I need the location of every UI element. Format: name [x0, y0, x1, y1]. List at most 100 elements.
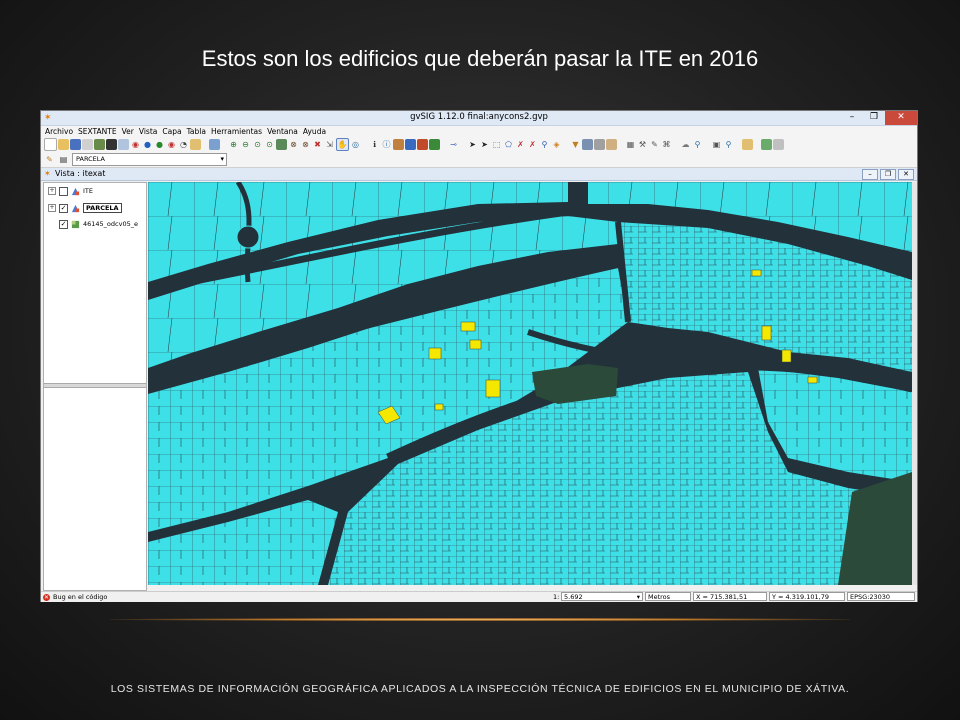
- note-icon[interactable]: [190, 138, 201, 150]
- zoom-in-icon[interactable]: ⊕: [228, 139, 239, 150]
- print-icon[interactable]: [82, 138, 93, 150]
- view-close-button[interactable]: ✕: [898, 169, 914, 180]
- graphics-icon[interactable]: ⊸: [448, 139, 459, 150]
- active-layer-value: PARCELA: [76, 154, 106, 163]
- map-canvas[interactable]: [148, 182, 912, 585]
- layer-visibility-checkbox[interactable]: ✓: [59, 219, 68, 229]
- layer-visibility-checkbox[interactable]: [59, 186, 68, 196]
- layer-visibility-checkbox[interactable]: ✓: [59, 203, 68, 213]
- stop-icon[interactable]: ◉: [130, 139, 141, 150]
- raster-zoom-icon[interactable]: ⚲: [723, 139, 734, 150]
- locator-icon[interactable]: [429, 138, 440, 150]
- statistics-icon[interactable]: [594, 138, 605, 150]
- menu-herramientas[interactable]: Herramientas: [211, 126, 262, 137]
- toc-splitter[interactable]: [44, 383, 146, 388]
- restore-button[interactable]: ❐: [863, 111, 885, 125]
- menu-capa[interactable]: Capa: [162, 126, 181, 137]
- layer-name: ITE: [83, 187, 93, 195]
- select-by-circle-icon[interactable]: ✗: [515, 139, 526, 150]
- edit-icon[interactable]: [742, 138, 753, 150]
- zoom-full-icon[interactable]: ⊙: [252, 139, 263, 150]
- identify-icon[interactable]: ⓘ: [381, 139, 392, 150]
- attribute-table-icon[interactable]: [582, 138, 593, 150]
- window-titlebar[interactable]: ✶ gvSIG 1.12.0 final:anycons2.gvp – ❐ ✕: [41, 111, 917, 126]
- view-controls: – ❐ ✕: [862, 169, 914, 180]
- edit-layer-icon[interactable]: ✎: [44, 154, 55, 165]
- expand-icon[interactable]: +: [48, 187, 56, 195]
- export-icon[interactable]: [761, 138, 772, 150]
- pan-icon[interactable]: ✋: [336, 137, 349, 151]
- scale-value: 5.692: [564, 593, 583, 601]
- open-folder-icon[interactable]: [58, 138, 69, 150]
- preferences-icon[interactable]: [773, 138, 784, 150]
- add-layer-icon[interactable]: [94, 138, 105, 150]
- view-restore-button[interactable]: ❐: [880, 169, 896, 180]
- zoom-next-icon[interactable]: ⊗: [300, 139, 311, 150]
- new-project-icon[interactable]: [44, 137, 57, 151]
- status-message: ✕ Bug en el código: [43, 592, 107, 602]
- select-by-point-icon[interactable]: ➤: [479, 139, 490, 150]
- toc-layer-parcela[interactable]: + ✓ PARCELA: [48, 202, 122, 214]
- cloud-icon[interactable]: ☁: [680, 139, 691, 150]
- slide-footer: LOS SISTEMAS DE INFORMACIÓN GEOGRÁFICA A…: [110, 683, 850, 695]
- select-by-layer-icon[interactable]: ◈: [551, 139, 562, 150]
- zoom-window-icon[interactable]: ✖: [312, 139, 323, 150]
- view-minimize-button[interactable]: –: [862, 169, 878, 180]
- help-icon[interactable]: ●: [142, 139, 153, 150]
- grid-icon[interactable]: ▦: [625, 139, 636, 150]
- hyperlink-icon[interactable]: [417, 138, 428, 150]
- script-icon[interactable]: ✎: [649, 139, 660, 150]
- epsg-field: EPSG:23030: [847, 592, 915, 601]
- map-vertical-scrollbar[interactable]: [912, 182, 917, 585]
- view-icon: ✶: [44, 169, 51, 178]
- zoom-out-icon[interactable]: ⊖: [240, 139, 251, 150]
- menu-ver[interactable]: Ver: [122, 126, 134, 137]
- measure-distance-icon[interactable]: [393, 138, 404, 150]
- view-window-title[interactable]: ✶ Vista : itexat – ❐ ✕: [41, 168, 917, 181]
- raster-icon[interactable]: ▣: [711, 139, 722, 150]
- close-button[interactable]: ✕: [885, 111, 917, 125]
- measure-area-icon[interactable]: [405, 138, 416, 150]
- filter-icon[interactable]: ▼: [570, 139, 581, 150]
- info-icon[interactable]: ℹ: [369, 139, 380, 150]
- geoprocess-icon[interactable]: ⚒: [637, 139, 648, 150]
- invert-selection-icon[interactable]: ⚲: [539, 139, 550, 150]
- table-icon[interactable]: [106, 138, 117, 150]
- zoom-select-icon[interactable]: [276, 138, 287, 150]
- scale-prefix: 1:: [553, 593, 560, 601]
- menu-vista[interactable]: Vista: [139, 126, 158, 137]
- active-layer-select[interactable]: PARCELA ▾: [72, 152, 227, 166]
- table-grid-icon[interactable]: ▤: [58, 154, 69, 165]
- select-by-rectangle-icon[interactable]: ⬚: [491, 139, 502, 150]
- save-icon[interactable]: [70, 138, 81, 150]
- toc-layer-raster[interactable]: ✓ 46145_odcv05_e: [48, 218, 138, 230]
- network-icon[interactable]: ⌘: [661, 139, 672, 150]
- menu-sextante[interactable]: SEXTANTE: [78, 126, 117, 137]
- center-icon[interactable]: ◎: [350, 139, 361, 150]
- scale-select[interactable]: 5.692 ▾: [561, 592, 643, 601]
- window-controls: – ❐ ✕: [841, 111, 917, 125]
- menu-archivo[interactable]: Archivo: [45, 126, 73, 137]
- globe-icon[interactable]: ●: [154, 139, 165, 150]
- minimize-button[interactable]: –: [841, 111, 863, 125]
- status-bar: ✕ Bug en el código 1: 5.692 ▾ Metros X =…: [41, 591, 917, 602]
- chevron-down-icon: ▾: [220, 154, 224, 163]
- layout-icon[interactable]: [118, 138, 129, 150]
- expand-icon[interactable]: +: [48, 204, 56, 212]
- menu-ventana[interactable]: Ventana: [267, 126, 298, 137]
- refresh-icon[interactable]: [209, 138, 220, 150]
- search-icon[interactable]: ⚲: [692, 139, 703, 150]
- zoom-previous-icon[interactable]: ⊗: [288, 139, 299, 150]
- select-by-polygon-icon[interactable]: ⬠: [503, 139, 514, 150]
- extent-icon[interactable]: ⇲: [324, 139, 335, 150]
- menu-tabla[interactable]: Tabla: [187, 126, 206, 137]
- georeference-icon[interactable]: [606, 138, 617, 150]
- clock-icon[interactable]: ◔: [178, 139, 189, 150]
- zoom-layer-icon[interactable]: ⊙: [264, 139, 275, 150]
- layer-name: 46145_odcv05_e: [83, 220, 138, 228]
- menu-ayuda[interactable]: Ayuda: [303, 126, 326, 137]
- toc-layer-ite[interactable]: + ITE: [48, 185, 93, 197]
- select-pointer-icon[interactable]: ➤: [467, 139, 478, 150]
- record-icon[interactable]: ◉: [166, 139, 177, 150]
- clear-selection-icon[interactable]: ✗: [527, 139, 538, 150]
